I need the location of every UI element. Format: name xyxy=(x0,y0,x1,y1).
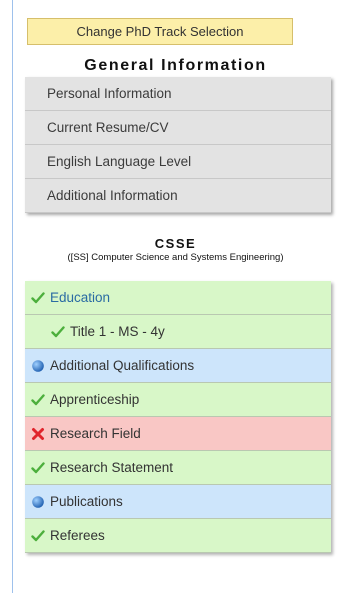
menu-item-label: Additional Information xyxy=(47,188,178,203)
check-icon xyxy=(31,291,45,303)
application-sidebar: Change PhD Track Selection General Infor… xyxy=(12,0,338,593)
menu-item-personal-information[interactable]: Personal Information xyxy=(25,77,331,111)
menu-item-label: Referees xyxy=(50,528,105,543)
menu-item-research-field[interactable]: Research Field xyxy=(25,417,331,451)
program-title: CSSE xyxy=(154,236,197,251)
menu-item-label: Current Resume/CV xyxy=(47,120,169,135)
menu-item-english-level[interactable]: English Language Level xyxy=(25,145,331,179)
general-information-title: General Information xyxy=(84,57,267,74)
blue-dot-icon xyxy=(32,495,44,508)
menu-item-apprenticeship[interactable]: Apprenticeship xyxy=(25,383,331,417)
menu-item-title-1[interactable]: Title 1 - MS - 4y xyxy=(25,315,331,349)
check-icon xyxy=(31,393,45,405)
program-subtitle: ([SS] Computer Science and Systems Engin… xyxy=(67,252,284,263)
program-menu: Education Title 1 - MS - 4y Additional Q… xyxy=(25,281,331,553)
menu-item-referees[interactable]: Referees xyxy=(25,519,331,553)
menu-item-education[interactable]: Education xyxy=(25,281,331,315)
menu-item-additional-qualifications[interactable]: Additional Qualifications xyxy=(25,349,331,383)
menu-item-resume-cv[interactable]: Current Resume/CV xyxy=(25,111,331,145)
menu-item-label: English Language Level xyxy=(47,154,192,169)
menu-item-research-statement[interactable]: Research Statement xyxy=(25,451,331,485)
check-icon xyxy=(31,461,45,473)
menu-item-label: Research Field xyxy=(50,426,141,441)
menu-item-label: Education xyxy=(50,290,111,305)
menu-item-label: Additional Qualifications xyxy=(50,358,195,373)
menu-item-label: Publications xyxy=(50,494,123,509)
menu-item-label: Research Statement xyxy=(50,460,174,475)
menu-item-label: Apprenticeship xyxy=(50,392,140,407)
x-icon xyxy=(32,427,44,440)
general-information-menu: Personal Information Current Resume/CV E… xyxy=(25,77,331,213)
check-icon xyxy=(31,529,45,541)
menu-item-label: Personal Information xyxy=(47,86,172,101)
blue-dot-icon xyxy=(32,359,44,372)
change-track-button[interactable]: Change PhD Track Selection xyxy=(27,18,293,45)
menu-item-label: Title 1 - MS - 4y xyxy=(70,324,165,339)
check-icon xyxy=(51,325,65,337)
menu-item-publications[interactable]: Publications xyxy=(25,485,331,519)
menu-item-additional-information[interactable]: Additional Information xyxy=(25,179,331,213)
